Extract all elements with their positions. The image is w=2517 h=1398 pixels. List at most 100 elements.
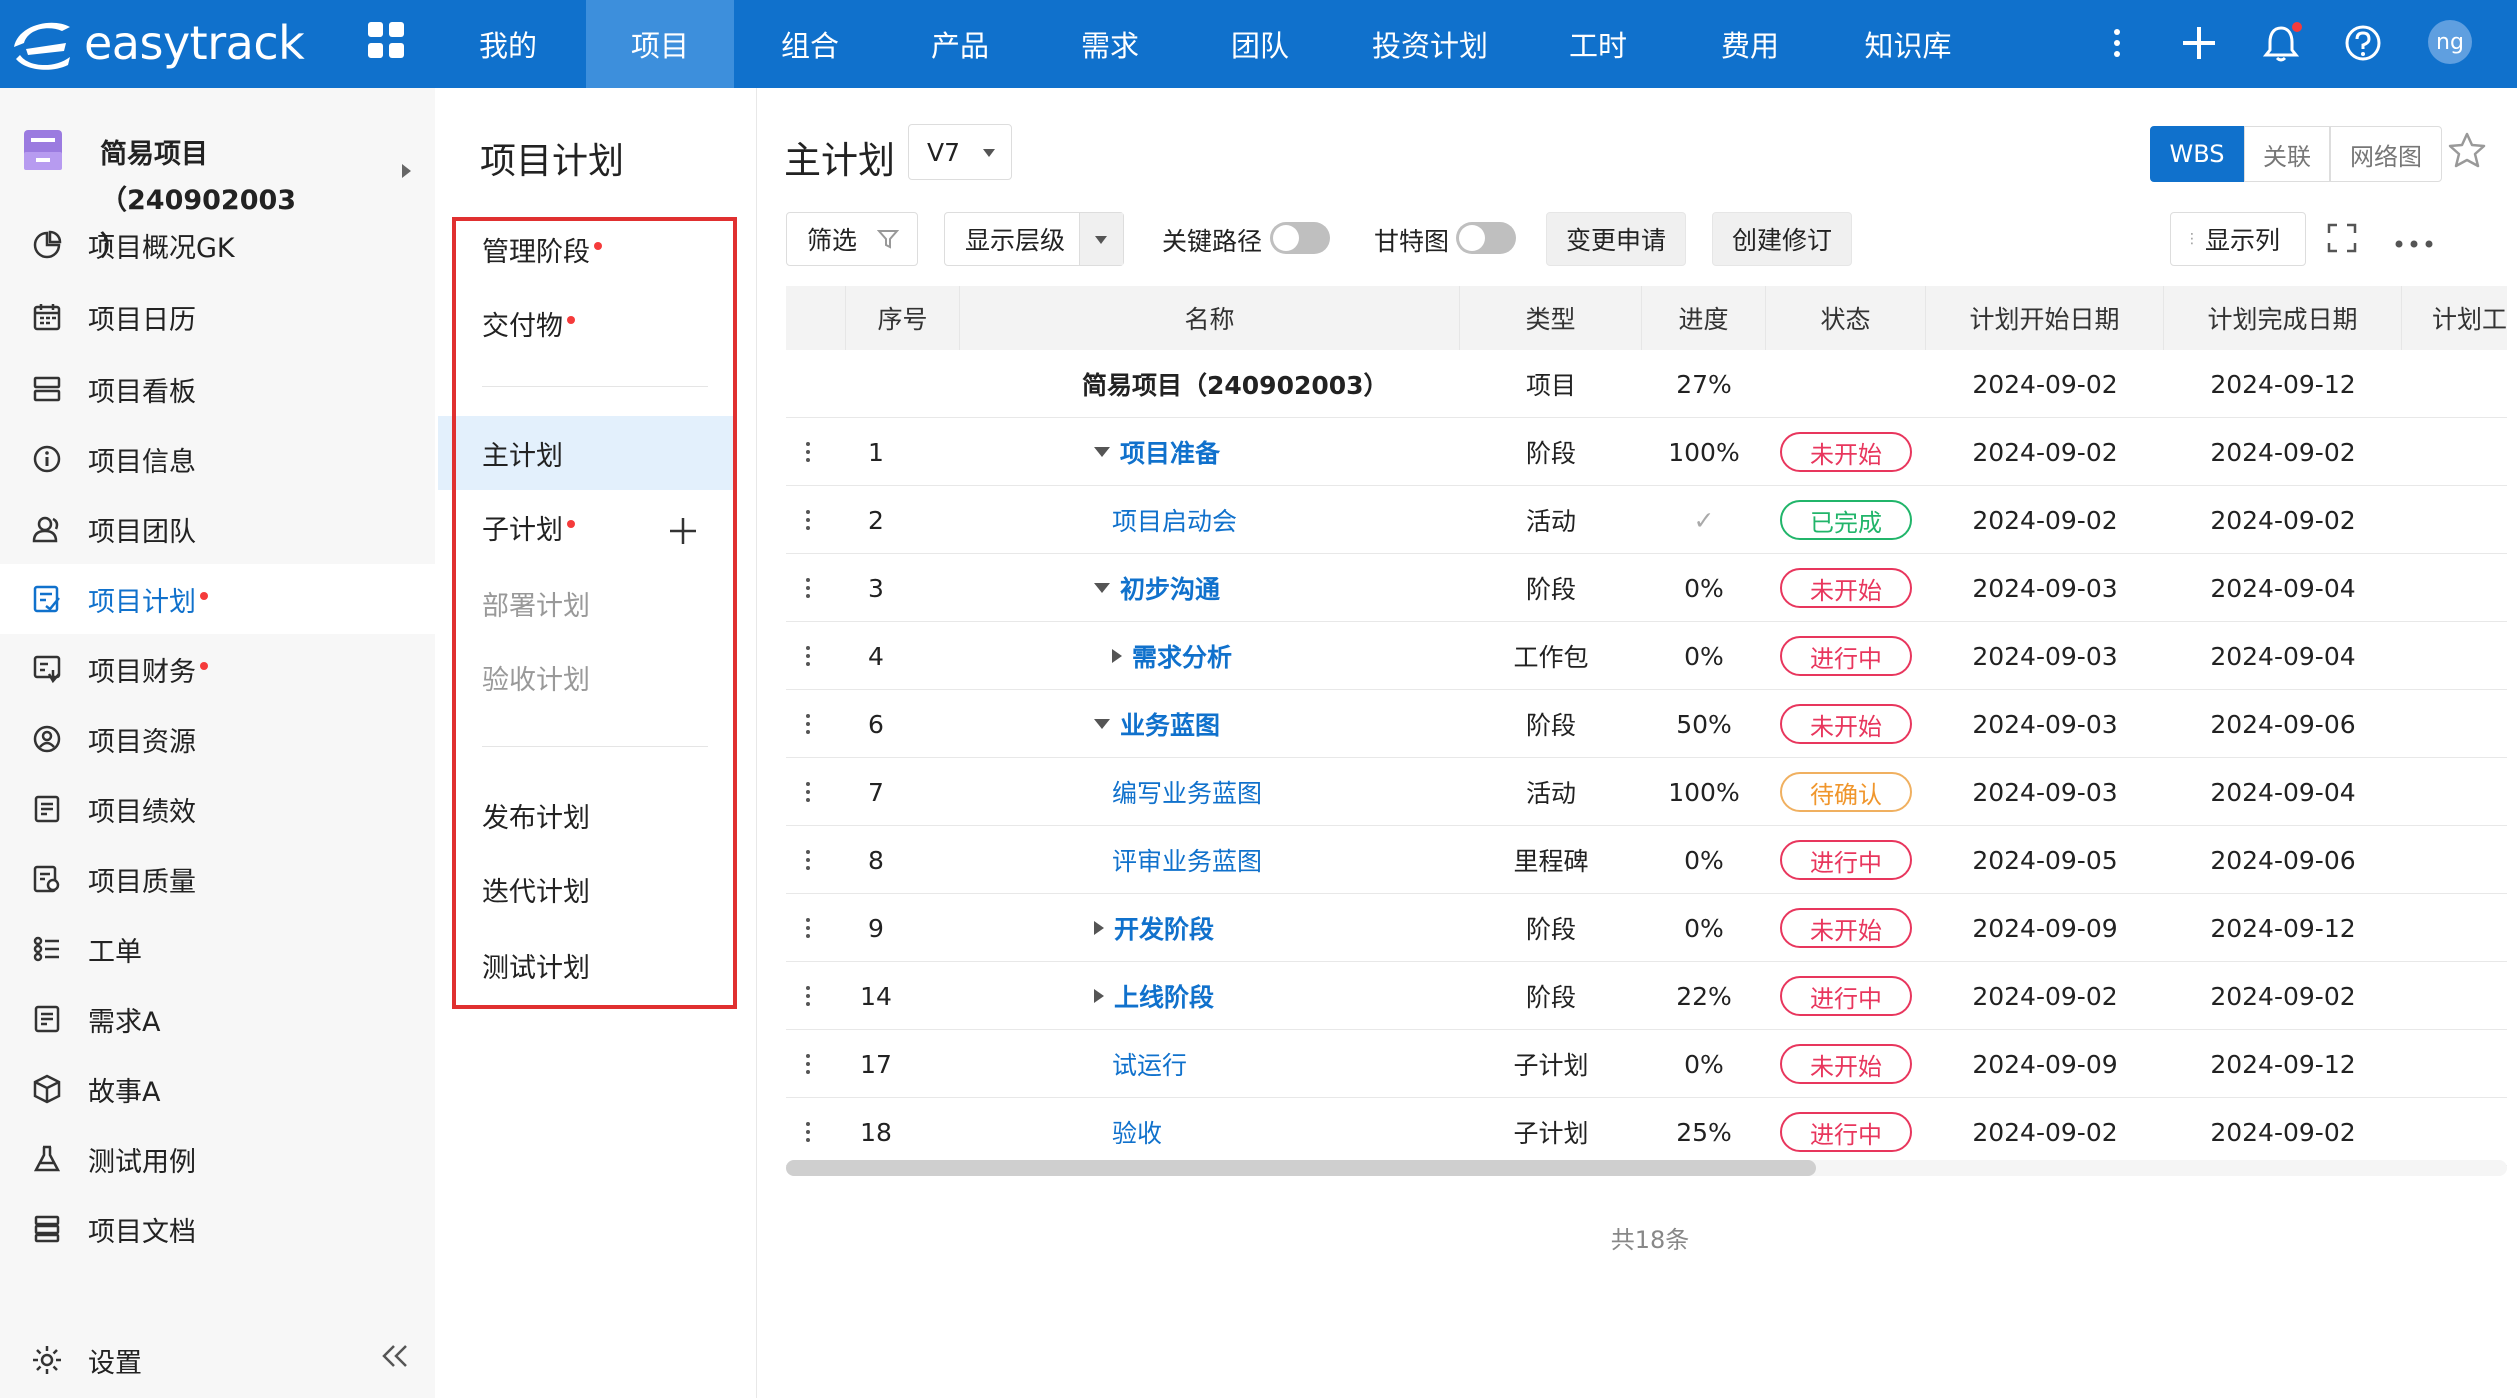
table-row[interactable]: 简易项目（240902003） 项目 27% 2024-09-02 2024-09-12 xyxy=(786,350,2507,418)
column-header-name[interactable]: 名称 xyxy=(960,286,1460,350)
row-name[interactable]: 项目启动会 xyxy=(1112,502,1237,538)
apps-grid-icon[interactable] xyxy=(368,22,404,58)
table-row[interactable]: 8 评审业务蓝图 里程碑 0% 进行中 2024-09-05 2024-09-06 xyxy=(786,826,2507,894)
sidebar-item-requirement[interactable]: 需求A xyxy=(0,984,435,1054)
row-progress: ✓ xyxy=(1693,505,1715,535)
nav-item-requirement[interactable]: 需求 xyxy=(1060,0,1160,88)
row-type: 里程碑 xyxy=(1513,847,1589,876)
collapse-sidebar-icon[interactable] xyxy=(380,1343,410,1373)
column-header-start[interactable]: 计划开始日期 xyxy=(1926,286,2164,350)
drag-handle-icon[interactable] xyxy=(806,850,810,870)
sidebar-item-calendar[interactable]: 项目日历 xyxy=(0,282,435,352)
more-horizontal-icon[interactable] xyxy=(2394,234,2434,253)
table-row[interactable]: 9 开发阶段 阶段 0% 未开始 2024-09-09 2024-09-12 xyxy=(786,894,2507,962)
project-switcher[interactable]: 简易项目（240902003 ） xyxy=(0,110,435,262)
column-header-status[interactable]: 状态 xyxy=(1766,286,1926,350)
sidebar-item-plan[interactable]: 项目计划 xyxy=(0,564,435,634)
drag-handle-icon[interactable] xyxy=(806,578,810,598)
drag-handle-icon[interactable] xyxy=(806,1122,810,1142)
row-name[interactable]: 评审业务蓝图 xyxy=(1112,842,1262,878)
settings-button[interactable]: 设置 xyxy=(0,1328,435,1392)
nav-item-investment[interactable]: 投资计划 xyxy=(1360,0,1500,88)
drag-handle-icon[interactable] xyxy=(806,646,810,666)
user-avatar[interactable]: ng xyxy=(2428,20,2472,64)
version-select[interactable]: V7 xyxy=(908,124,1012,180)
sidebar-item-overview[interactable]: 项目概况GK xyxy=(0,210,435,280)
drag-handle-icon[interactable] xyxy=(806,510,810,530)
sidebar-item-story[interactable]: 故事A xyxy=(0,1054,435,1124)
sidebar-item-resource[interactable]: 项目资源 xyxy=(0,704,435,774)
row-name[interactable]: 验收 xyxy=(1112,1114,1162,1150)
column-header-progress[interactable]: 进度 xyxy=(1642,286,1766,350)
drag-handle-icon[interactable] xyxy=(806,442,810,462)
table-row[interactable]: 2 项目启动会 活动 ✓ 已完成 2024-09-02 2024-09-02 xyxy=(786,486,2507,554)
drag-handle-icon[interactable] xyxy=(806,714,810,734)
caret-right-icon[interactable] xyxy=(1094,989,1104,1003)
nav-item-product[interactable]: 产品 xyxy=(910,0,1010,88)
sidebar-item-info[interactable]: 项目信息 xyxy=(0,424,435,494)
caret-down-icon[interactable] xyxy=(1094,447,1110,457)
table-row[interactable]: 18 验收 子计划 25% 进行中 2024-09-02 2024-09-02 xyxy=(786,1098,2507,1166)
nav-item-expense[interactable]: 费用 xyxy=(1700,0,1800,88)
change-request-button[interactable]: 变更申请 xyxy=(1546,212,1686,266)
display-level-select[interactable]: 显示层级 xyxy=(944,212,1124,266)
sidebar-item-team[interactable]: 项目团队 xyxy=(0,494,435,564)
sidebar-item-document[interactable]: 项目文档 xyxy=(0,1194,435,1264)
tab-network[interactable]: 网络图 xyxy=(2330,126,2442,182)
caret-down-icon[interactable] xyxy=(1094,583,1110,593)
caret-right-icon[interactable] xyxy=(1112,649,1122,663)
caret-down-icon[interactable] xyxy=(1094,719,1110,729)
more-vertical-icon[interactable] xyxy=(2094,20,2140,66)
tab-relation[interactable]: 关联 xyxy=(2244,126,2330,182)
row-name[interactable]: 业务蓝图 xyxy=(1120,706,1220,742)
nav-item-project[interactable]: 项目 xyxy=(586,0,734,88)
sidebar-item-ticket[interactable]: 工单 xyxy=(0,914,435,984)
row-name[interactable]: 编写业务蓝图 xyxy=(1112,774,1262,810)
add-icon[interactable] xyxy=(2176,20,2222,66)
row-name[interactable]: 开发阶段 xyxy=(1114,910,1214,946)
row-no: 18 xyxy=(860,1117,892,1147)
horizontal-scrollbar[interactable] xyxy=(786,1160,2507,1176)
table-row[interactable]: 17 试运行 子计划 0% 未开始 2024-09-09 2024-09-12 xyxy=(786,1030,2507,1098)
create-revision-button[interactable]: 创建修订 xyxy=(1712,212,1852,266)
nav-item-portfolio[interactable]: 组合 xyxy=(760,0,860,88)
table-row[interactable]: 3 初步沟通 阶段 0% 未开始 2024-09-03 2024-09-04 xyxy=(786,554,2507,622)
drag-handle-icon[interactable] xyxy=(806,918,810,938)
sidebar-item-finance[interactable]: 项目财务 xyxy=(0,634,435,704)
table-row[interactable]: 4 需求分析 工作包 0% 进行中 2024-09-03 2024-09-04 xyxy=(786,622,2507,690)
sidebar-item-quality[interactable]: 项目质量 xyxy=(0,844,435,914)
column-header-plan-work[interactable]: 计划工 xyxy=(2402,286,2507,350)
table-row[interactable]: 7 编写业务蓝图 活动 100% 待确认 2024-09-03 2024-09-04 xyxy=(786,758,2507,826)
table-row[interactable]: 14 上线阶段 阶段 22% 进行中 2024-09-02 2024-09-02 xyxy=(786,962,2507,1030)
critical-path-toggle[interactable] xyxy=(1270,222,1330,254)
row-name[interactable]: 试运行 xyxy=(1112,1046,1187,1082)
row-name[interactable]: 初步沟通 xyxy=(1120,570,1220,606)
brand-logo[interactable]: easytrack xyxy=(8,10,305,76)
column-header-no[interactable]: 序号 xyxy=(846,286,960,350)
tab-wbs[interactable]: WBS xyxy=(2150,126,2244,182)
column-header-end[interactable]: 计划完成日期 xyxy=(2164,286,2402,350)
drag-handle-icon[interactable] xyxy=(806,1054,810,1074)
help-icon[interactable] xyxy=(2340,20,2386,66)
sidebar-item-testcase[interactable]: 测试用例 xyxy=(0,1124,435,1194)
drag-handle-icon[interactable] xyxy=(806,782,810,802)
nav-item-team[interactable]: 团队 xyxy=(1210,0,1310,88)
nav-item-hours[interactable]: 工时 xyxy=(1548,0,1648,88)
row-name[interactable]: 需求分析 xyxy=(1132,638,1232,674)
nav-item-mine[interactable]: 我的 xyxy=(460,0,556,88)
sidebar-item-performance[interactable]: 项目绩效 xyxy=(0,774,435,844)
gantt-toggle[interactable] xyxy=(1456,222,1516,254)
table-row[interactable]: 6 业务蓝图 阶段 50% 未开始 2024-09-03 2024-09-06 xyxy=(786,690,2507,758)
column-header-type[interactable]: 类型 xyxy=(1460,286,1642,350)
show-columns-button[interactable]: ⋮ 显示列 xyxy=(2170,212,2306,266)
row-name[interactable]: 项目准备 xyxy=(1120,434,1220,470)
row-name[interactable]: 上线阶段 xyxy=(1114,978,1214,1014)
drag-handle-icon[interactable] xyxy=(806,986,810,1006)
caret-right-icon[interactable] xyxy=(1094,921,1104,935)
table-row[interactable]: 1 项目准备 阶段 100% 未开始 2024-09-02 2024-09-02 xyxy=(786,418,2507,486)
sidebar-item-kanban[interactable]: 项目看板 xyxy=(0,354,435,424)
fullscreen-icon[interactable] xyxy=(2326,222,2358,258)
filter-button[interactable]: 筛选 xyxy=(786,212,918,266)
nav-item-knowledge[interactable]: 知识库 xyxy=(1848,0,1968,88)
star-icon[interactable] xyxy=(2448,132,2486,172)
